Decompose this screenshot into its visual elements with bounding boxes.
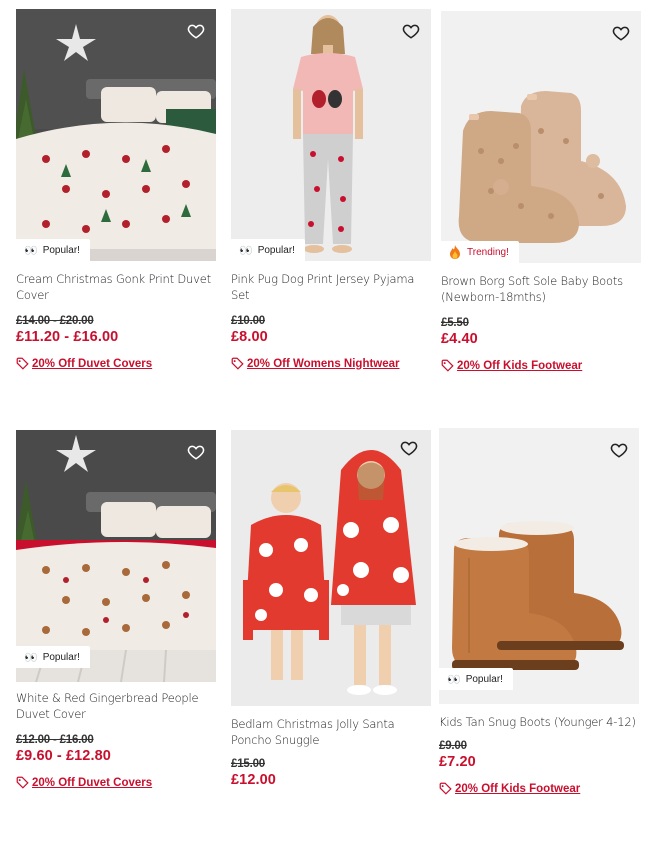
product-card[interactable]: Bedlam Christmas Jolly Santa Poncho Snug… [231,430,431,788]
promo-link[interactable]: 20% Off Womens Nightwear [231,357,431,370]
popular-badge: 👀 Popular! [16,646,90,668]
product-image[interactable]: 👀 Popular! [439,428,639,704]
eyes-icon: 👀 [239,244,253,257]
wishlist-heart-icon[interactable] [609,440,629,460]
product-image[interactable] [231,430,431,706]
product-card[interactable]: 👀 Popular! White & Red Gingerbread Peopl… [16,430,216,789]
baby-boots-image [441,11,641,263]
promo-label[interactable]: 20% Off Duvet Covers [32,358,152,370]
now-price: £8.00 [231,329,268,345]
flame-icon [450,245,460,259]
product-card[interactable]: Trending! Brown Borg Soft Sole Baby Boot… [441,11,641,372]
promo-link[interactable]: 20% Off Duvet Covers [16,776,216,789]
product-title[interactable]: Bedlam Christmas Jolly Santa Poncho Snug… [231,716,431,748]
promo-link[interactable]: 20% Off Kids Footwear [441,359,641,372]
product-title[interactable]: Kids Tan Snug Boots (Younger 4-12) [439,714,639,730]
badge-label: Popular! [257,244,295,256]
wishlist-heart-icon[interactable] [401,21,421,41]
tan-snug-boots-image [439,428,639,704]
was-price: £10.00 [231,315,265,327]
now-price: £9.60 - £12.80 [16,748,111,764]
wishlist-heart-icon[interactable] [186,21,206,41]
promo-label[interactable]: 20% Off Kids Footwear [455,783,580,795]
wishlist-heart-icon[interactable] [186,442,206,462]
product-card[interactable]: 👀 Popular! Kids Tan Snug Boots (Younger … [439,428,639,795]
product-image[interactable]: 👀 Popular! [16,430,216,682]
product-title[interactable]: White & Red Gingerbread People Duvet Cov… [16,690,216,722]
product-title[interactable]: Cream Christmas Gonk Print Duvet Cover [16,271,216,303]
promo-link[interactable]: 20% Off Kids Footwear [439,782,639,795]
tag-icon [16,357,29,370]
eyes-icon: 👀 [447,673,461,686]
wishlist-heart-icon[interactable] [399,438,419,458]
popular-badge: 👀 Popular! [231,239,305,261]
tag-icon [441,359,454,372]
popular-badge: 👀 Popular! [439,668,513,690]
was-price: £5.50 [441,317,469,329]
tag-icon [439,782,452,795]
promo-label[interactable]: 20% Off Duvet Covers [32,777,152,789]
product-image[interactable]: 👀 Popular! [16,9,216,261]
now-price: £12.00 [231,772,276,788]
now-price: £4.40 [441,331,478,347]
product-card[interactable]: 👀 Popular! Pink Pug Dog Print Jersey Pyj… [231,9,431,370]
now-price: £7.20 [439,754,476,770]
tag-icon [16,776,29,789]
wishlist-heart-icon[interactable] [611,23,631,43]
product-title[interactable]: Pink Pug Dog Print Jersey Pyjama Set [231,271,431,303]
product-image[interactable]: Trending! [441,11,641,263]
popular-badge: 👀 Popular! [16,239,90,261]
promo-link[interactable]: 20% Off Duvet Covers [16,357,216,370]
promo-label[interactable]: 20% Off Kids Footwear [457,360,582,372]
badge-label: Popular! [42,244,80,256]
was-price: £12.00 - £16.00 [16,734,94,746]
now-price: £11.20 - £16.00 [16,329,119,345]
product-image[interactable]: 👀 Popular! [231,9,431,261]
tag-icon [231,357,244,370]
duvet-gingerbread-image [16,430,216,682]
eyes-icon: 👀 [24,244,38,257]
product-card[interactable]: 👀 Popular! Cream Christmas Gonk Print Du… [16,9,216,370]
pyjama-model-image [231,9,431,261]
was-price: £9.00 [439,740,467,752]
santa-poncho-image [231,430,431,706]
was-price: £14.00 - £20.00 [16,315,94,327]
badge-label: Trending! [467,246,509,258]
was-price: £15.00 [231,758,265,770]
promo-label[interactable]: 20% Off Womens Nightwear [247,358,400,370]
product-title[interactable]: Brown Borg Soft Sole Baby Boots (Newborn… [441,273,641,305]
eyes-icon: 👀 [24,651,38,664]
badge-label: Popular! [42,651,80,663]
trending-badge: Trending! [441,241,519,263]
badge-label: Popular! [465,673,503,685]
duvet-gonk-image [16,9,216,261]
